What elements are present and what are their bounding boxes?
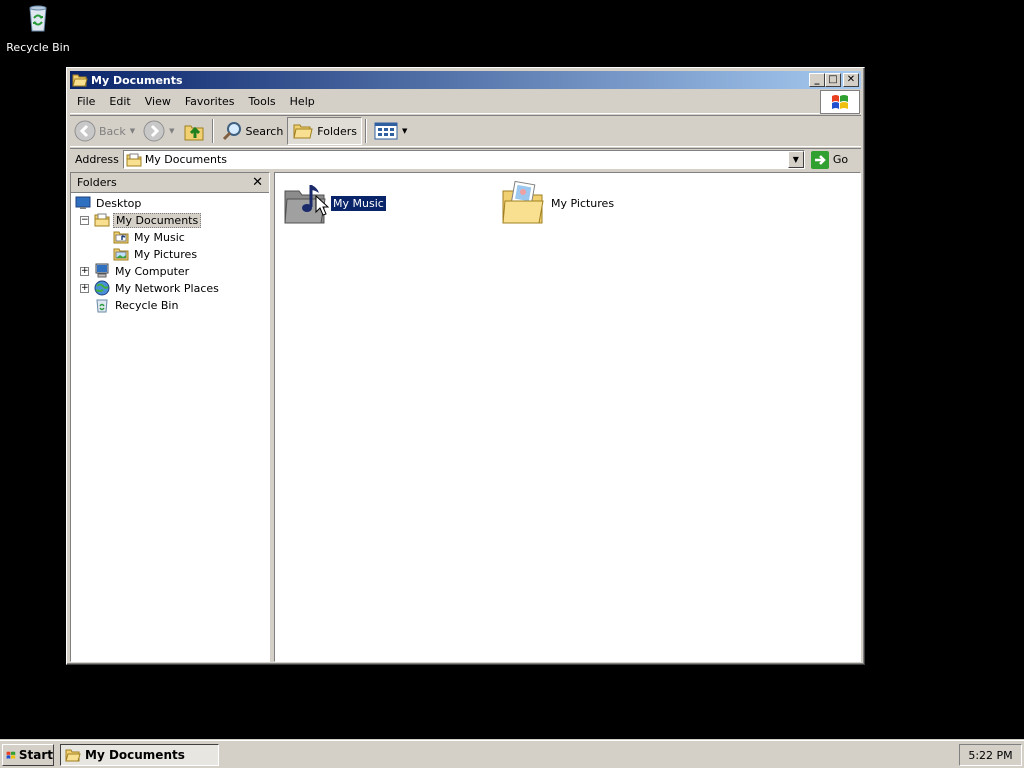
go-label: Go [832, 153, 849, 166]
search-button[interactable]: Search [217, 117, 288, 145]
window-title: My Documents [91, 73, 183, 87]
forward-dropdown-icon[interactable]: ▼ [169, 127, 174, 135]
maximize-icon: □ [828, 74, 838, 85]
menu-bar: File Edit View Favorites Tools Help [70, 90, 861, 114]
tree-label: My Computer [115, 264, 190, 278]
go-button[interactable]: Go [810, 150, 849, 169]
minimize-icon: _ [814, 74, 820, 85]
taskbar: Start My Documents 5:22 PM [0, 740, 1024, 768]
menu-tools[interactable]: Tools [242, 95, 283, 108]
tree-label: Recycle Bin [115, 298, 179, 312]
tree-item-recycle-bin[interactable]: Recycle Bin [94, 297, 180, 313]
forward-arrow-icon [143, 120, 165, 142]
pictures-folder-icon [113, 248, 129, 261]
up-folder-icon [184, 125, 203, 141]
windows-flag-icon [6, 751, 16, 759]
open-folder-icon [65, 749, 81, 762]
documents-folder-icon [94, 213, 110, 227]
menu-view[interactable]: View [138, 95, 178, 108]
tree-item-desktop[interactable]: Desktop [75, 195, 143, 211]
tree-label: My Network Places [115, 281, 219, 295]
start-label: Start [18, 748, 53, 762]
close-button[interactable]: ✕ [843, 73, 859, 87]
close-icon: ✕ [846, 74, 856, 85]
documents-folder-icon [126, 153, 142, 166]
menu-edit[interactable]: Edit [102, 95, 137, 108]
folders-pane-title: Folders [77, 176, 117, 189]
start-button[interactable]: Start [2, 744, 54, 766]
back-button[interactable]: Back ▼ [70, 117, 139, 145]
address-value: My Documents [144, 153, 228, 166]
title-bar[interactable]: My Documents _ □ ✕ [70, 71, 861, 89]
tree-item-my-pictures[interactable]: My Pictures [113, 246, 199, 262]
pictures-folder-icon [502, 180, 544, 224]
taskbar-button-my-documents[interactable]: My Documents [60, 744, 219, 766]
menu-favorites[interactable]: Favorites [178, 95, 242, 108]
address-input[interactable]: My Documents ▼ [122, 150, 805, 169]
tree-label: My Pictures [134, 247, 198, 261]
desktop-icon-label: Recycle Bin [6, 41, 70, 54]
views-button[interactable]: ▼ [370, 117, 411, 145]
recycle-bin-icon [96, 299, 108, 313]
recycle-bin-icon [29, 5, 47, 32]
maximize-button[interactable]: □ [825, 73, 841, 87]
back-arrow-icon [74, 120, 96, 142]
views-icon [374, 122, 398, 140]
content-item-my-pictures[interactable]: My Pictures [499, 179, 616, 227]
taskbar-button-label: My Documents [85, 748, 185, 762]
toolbar-separator [365, 119, 368, 143]
clock: 5:22 PM [968, 748, 1013, 762]
windows-flag-icon [832, 95, 848, 109]
content-item-label: My Pictures [551, 196, 615, 210]
open-folder-icon [72, 74, 88, 87]
tree-item-my-documents[interactable]: − My Documents [80, 212, 202, 228]
tree-label: My Documents [113, 212, 202, 228]
menu-help[interactable]: Help [283, 95, 322, 108]
folders-pane: Folders ✕ Desktop − My Documents My Musi… [70, 172, 270, 662]
tree-label: Desktop [96, 196, 142, 210]
close-pane-icon[interactable]: ✕ [252, 175, 263, 190]
toolbar: Back ▼ ▼ Search Folders ▼ [70, 115, 861, 147]
folder-contents: My Music My Pictures [274, 172, 861, 662]
menu-file[interactable]: File [70, 95, 102, 108]
forward-button[interactable]: ▼ [139, 117, 178, 145]
desktop-icon [75, 196, 91, 209]
mouse-cursor-icon [315, 195, 329, 216]
search-icon [222, 122, 241, 141]
music-folder-icon [113, 231, 129, 244]
tree-item-my-network-places[interactable]: + My Network Places [80, 280, 221, 296]
toolbar-separator [211, 119, 214, 143]
system-tray-clock[interactable]: 5:22 PM [959, 744, 1022, 766]
back-dropdown-icon[interactable]: ▼ [130, 127, 135, 135]
content-item-label: My Music [330, 194, 387, 212]
expand-icon[interactable]: + [80, 283, 89, 293]
address-bar: Address My Documents ▼ Go [70, 148, 861, 170]
network-icon [94, 280, 110, 296]
minimize-button[interactable]: _ [809, 73, 825, 87]
collapse-icon[interactable]: − [80, 215, 89, 225]
address-dropdown-icon[interactable]: ▼ [787, 151, 804, 168]
go-arrow-icon [810, 150, 829, 169]
computer-icon [95, 263, 109, 278]
up-button[interactable] [179, 117, 209, 145]
search-label: Search [245, 124, 284, 138]
folders-pane-header: Folders ✕ [71, 173, 269, 193]
tree-item-my-music[interactable]: My Music [113, 229, 187, 245]
content-item-my-music[interactable]: My Music [281, 179, 387, 227]
views-dropdown-icon[interactable]: ▼ [402, 127, 407, 135]
desktop-recycle-bin[interactable]: Recycle Bin [6, 2, 70, 54]
folders-icon [293, 124, 313, 139]
folders-button[interactable]: Folders [287, 117, 363, 145]
address-label: Address [75, 153, 119, 166]
explorer-window: My Documents _ □ ✕ File Edit View Favori… [66, 67, 865, 665]
back-label: Back [99, 124, 126, 138]
tree-item-my-computer[interactable]: + My Computer [80, 263, 191, 279]
tree-label: My Music [134, 230, 185, 244]
folders-label: Folders [317, 124, 358, 138]
windows-logo [820, 90, 860, 114]
expand-icon[interactable]: + [80, 266, 89, 276]
